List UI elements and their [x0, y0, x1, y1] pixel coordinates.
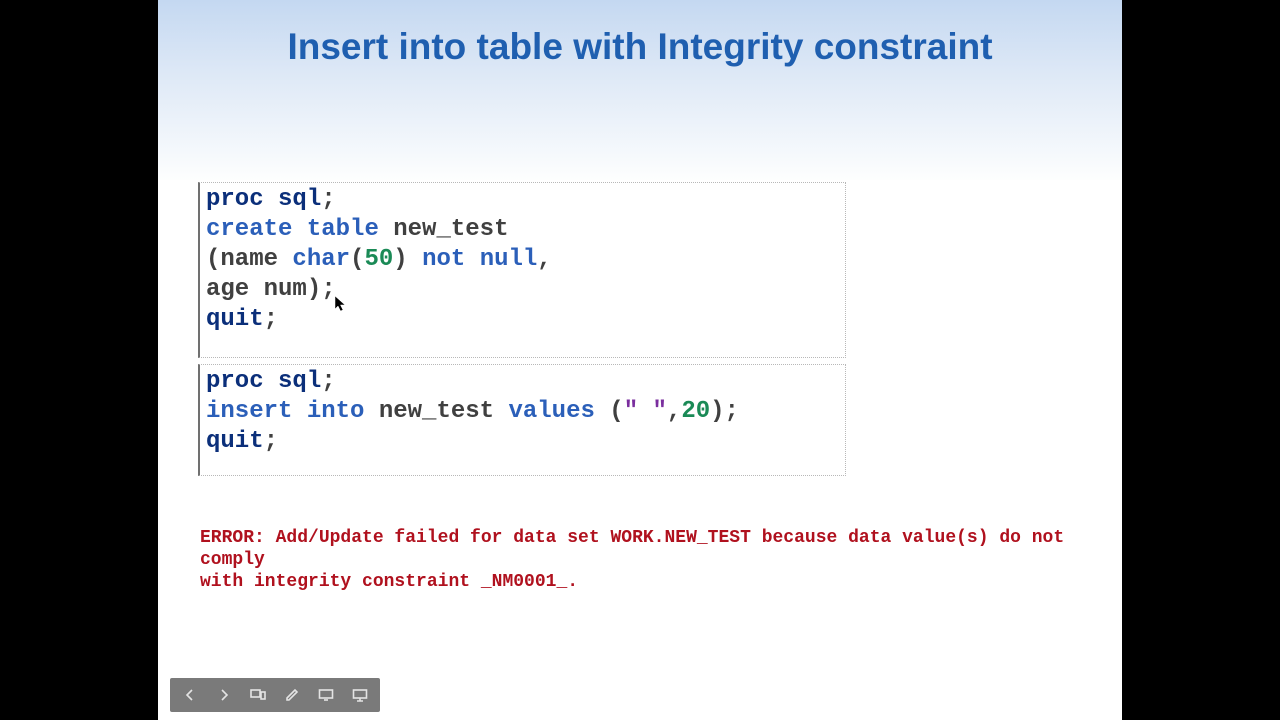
error-message: ERROR: Add/Update failed for data set WO… — [200, 527, 1105, 593]
code-token: proc sql — [206, 368, 321, 395]
code-token: 50 — [364, 246, 393, 273]
code-token: new_test — [364, 398, 508, 425]
screen-button[interactable] — [309, 681, 343, 709]
code-token: (name — [206, 246, 292, 273]
code-token: not — [422, 246, 465, 273]
presenter-view-button[interactable] — [343, 681, 377, 709]
code-token: proc sql — [206, 186, 321, 213]
code-token: char — [292, 246, 350, 273]
code-token: " " — [624, 398, 667, 425]
error-line: with integrity constraint _NM0001_. — [200, 572, 578, 592]
presentation-toolbar — [170, 678, 380, 712]
grid-icon — [250, 688, 266, 702]
code-token: insert — [206, 398, 292, 425]
slide: Insert into table with Integrity constra… — [158, 0, 1122, 720]
slide-title: Insert into table with Integrity constra… — [158, 26, 1122, 68]
code-token: table — [307, 216, 379, 243]
code-token: quit — [206, 428, 264, 455]
code-token: values — [508, 398, 594, 425]
code-block-2: proc sql; insert into new_test values ("… — [198, 364, 846, 476]
code-token — [292, 216, 306, 243]
code-token: create — [206, 216, 292, 243]
code-token: quit — [206, 306, 264, 333]
code-token: ; — [264, 306, 278, 333]
prev-slide-button[interactable] — [173, 681, 207, 709]
code-token: ; — [264, 428, 278, 455]
code-token: ( — [350, 246, 364, 273]
code-token: ); — [710, 398, 739, 425]
code-token: ; — [321, 186, 335, 213]
presenter-icon — [352, 688, 368, 702]
code-token: , — [537, 246, 551, 273]
code-token: age num); — [206, 276, 336, 303]
code-block-1: proc sql; create table new_test (name ch… — [198, 182, 846, 358]
pen-icon — [285, 688, 299, 702]
code-token: new_test — [379, 216, 509, 243]
pen-button[interactable] — [275, 681, 309, 709]
code-token: ) — [393, 246, 422, 273]
code-token: ; — [321, 368, 335, 395]
code-token: , — [667, 398, 681, 425]
next-slide-button[interactable] — [207, 681, 241, 709]
code-token: 20 — [681, 398, 710, 425]
chevron-left-icon — [183, 688, 197, 702]
code-token: ( — [595, 398, 624, 425]
code-token: null — [480, 246, 538, 273]
code-token — [292, 398, 306, 425]
slide-sorter-button[interactable] — [241, 681, 275, 709]
code-token: into — [307, 398, 365, 425]
code-token — [465, 246, 479, 273]
chevron-right-icon — [217, 688, 231, 702]
screen-icon — [318, 688, 334, 702]
error-line: ERROR: Add/Update failed for data set WO… — [200, 528, 1064, 570]
